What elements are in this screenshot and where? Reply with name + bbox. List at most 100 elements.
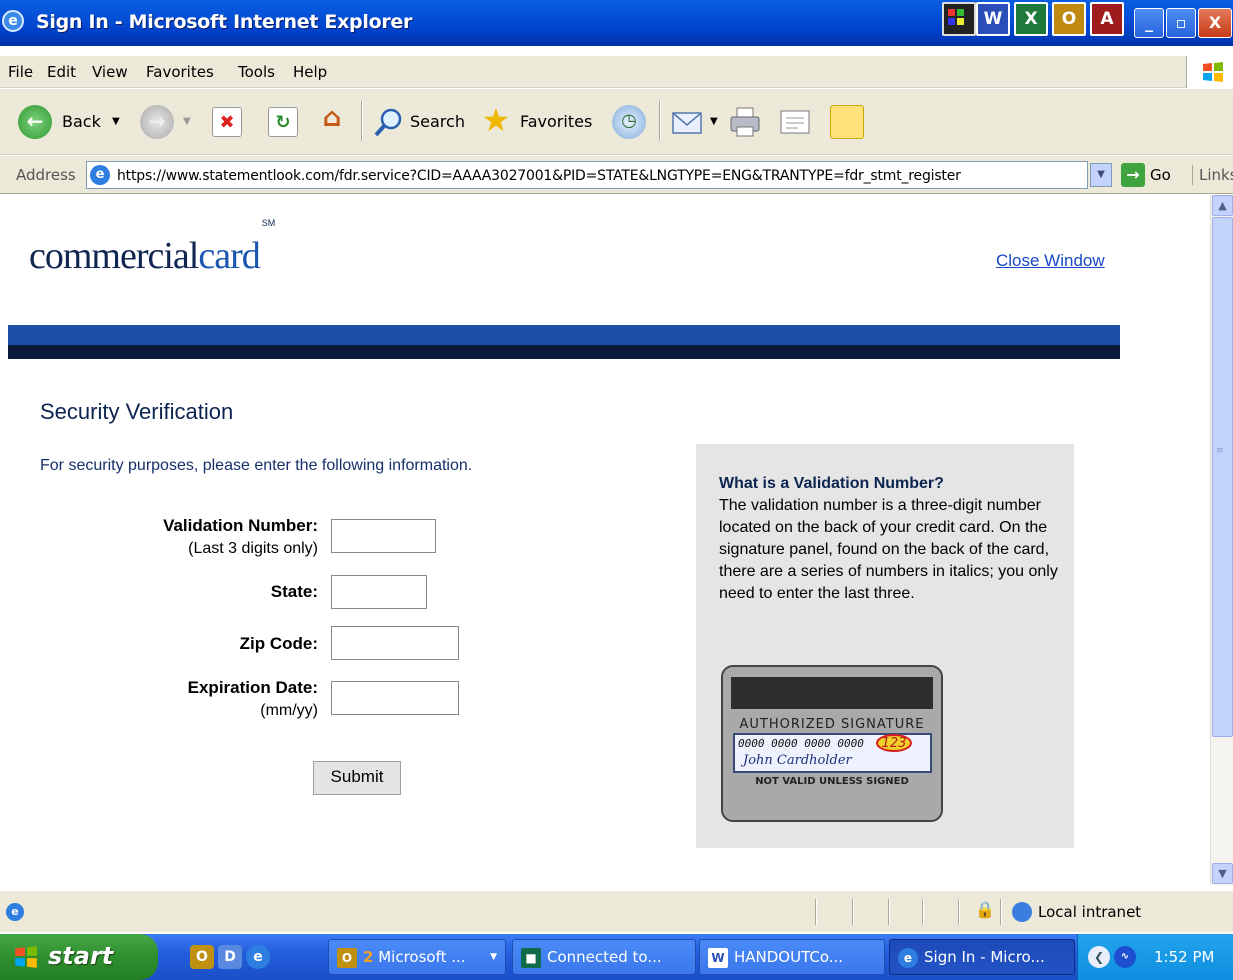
remote-connection-icon: ■ xyxy=(521,948,541,968)
ie-page-icon: e xyxy=(90,165,110,185)
close-button[interactable]: X xyxy=(1198,8,1232,38)
go-button[interactable]: Go xyxy=(1150,165,1171,185)
menu-file[interactable]: File xyxy=(8,62,33,82)
forward-dropdown-icon[interactable]: ▼ xyxy=(183,116,191,128)
favorites-button-label[interactable]: Favorites xyxy=(520,112,592,132)
menu-tools[interactable]: Tools xyxy=(238,62,275,82)
taskbar-button-handout[interactable]: W HANDOUTCo... xyxy=(699,939,885,975)
address-bar: Address e https://www.statementlook.com/… xyxy=(0,156,1233,194)
secure-lock-icon[interactable]: 🔒 xyxy=(975,900,995,920)
address-label: Address xyxy=(16,166,76,184)
start-button[interactable]: start xyxy=(0,934,158,980)
security-zone-label: Local intranet xyxy=(1038,903,1142,921)
submit-button[interactable]: Submit xyxy=(313,761,401,795)
access-icon[interactable]: A xyxy=(1090,2,1124,36)
service-mark: SM xyxy=(261,218,276,229)
taskbar: start O D e O 2 Microsoft ... ▼ ■ Connec… xyxy=(0,934,1233,980)
help-title: What is a Validation Number? xyxy=(719,475,944,492)
word-icon[interactable]: W xyxy=(976,2,1010,36)
refresh-icon[interactable]: ↻ xyxy=(268,107,298,137)
tray-expand-icon[interactable]: ❮ xyxy=(1088,946,1110,968)
taskbar-button-connected[interactable]: ■ Connected to... xyxy=(512,939,696,975)
taskbar-button-label: Sign In - Micro... xyxy=(924,948,1045,966)
search-button-label[interactable]: Search xyxy=(410,112,465,132)
excel-icon[interactable]: X xyxy=(1014,2,1048,36)
header-banner-blue xyxy=(8,325,1120,345)
magnetic-strip xyxy=(731,677,933,709)
status-divider xyxy=(852,899,854,925)
quicklaunch-outlook-icon[interactable]: O xyxy=(190,945,214,969)
tray-clock[interactable]: 1:52 PM xyxy=(1154,946,1214,968)
not-valid-text: NOT VALID UNLESS SIGNED xyxy=(755,776,909,787)
standard-toolbar: ← Back ▼ → ▼ ✖ ↻ ⌂ Search ★ Favorites ◷ … xyxy=(0,89,1233,155)
favorites-star-icon[interactable]: ★ xyxy=(478,103,514,139)
address-dropdown-icon[interactable]: ▼ xyxy=(1090,163,1112,187)
address-url[interactable]: https://www.statementlook.com/fdr.servic… xyxy=(117,166,961,186)
minimize-button[interactable]: _ xyxy=(1134,8,1164,38)
scroll-down-icon[interactable]: ▼ xyxy=(1212,863,1233,884)
print-icon[interactable] xyxy=(728,105,762,139)
system-tray: ❮ ∿ 1:52 PM xyxy=(1077,934,1233,980)
intranet-zone-icon xyxy=(1012,902,1032,922)
taskbar-button-label: Microsoft ... xyxy=(378,948,466,966)
scroll-thumb[interactable] xyxy=(1212,217,1233,737)
links-toolbar[interactable]: Links xyxy=(1192,165,1233,185)
ie-app-icon[interactable]: e xyxy=(2,10,24,32)
start-label: start xyxy=(48,942,114,970)
taskbar-group-count: 2 xyxy=(363,948,374,966)
search-icon[interactable] xyxy=(372,105,406,139)
menu-view[interactable]: View xyxy=(92,62,128,82)
commercialcard-logo: commercialcardSM xyxy=(29,218,275,279)
page-status-icon: e xyxy=(6,903,24,921)
menu-favorites[interactable]: Favorites xyxy=(146,62,214,82)
state-input[interactable] xyxy=(331,575,427,609)
logo-accent-text: card xyxy=(198,235,260,277)
menu-edit[interactable]: Edit xyxy=(47,62,76,82)
taskbar-button-label: Connected to... xyxy=(547,948,662,966)
toolbar-separator xyxy=(659,101,661,141)
back-button-label[interactable]: Back xyxy=(62,112,101,132)
group-dropdown-icon: ▼ xyxy=(490,952,497,962)
window-title: Sign In - Microsoft Internet Explorer xyxy=(36,11,413,33)
scroll-up-icon[interactable]: ▲ xyxy=(1212,195,1233,216)
mail-icon[interactable] xyxy=(670,107,706,137)
restore-button[interactable]: ▫ xyxy=(1166,8,1196,38)
scroll-grip-icon: ≡ xyxy=(1216,446,1224,456)
home-icon[interactable]: ⌂ xyxy=(314,103,350,139)
taskbar-button-signin[interactable]: e Sign In - Micro... xyxy=(889,939,1075,975)
back-arrow-icon[interactable]: ← xyxy=(18,105,52,139)
vertical-scrollbar[interactable]: ▲ ≡ ▼ xyxy=(1210,195,1233,885)
menu-help[interactable]: Help xyxy=(293,62,327,82)
discuss-note-icon[interactable] xyxy=(830,105,864,139)
taskbar-button-outlook[interactable]: O 2 Microsoft ... ▼ xyxy=(328,939,506,975)
forward-arrow-icon[interactable]: → xyxy=(140,105,174,139)
word-document-icon: W xyxy=(708,948,728,968)
validation-number-hint: (Last 3 digits only) xyxy=(188,540,318,557)
tray-network-icon[interactable]: ∿ xyxy=(1114,946,1136,968)
outlook-icon[interactable]: O xyxy=(1052,2,1086,36)
quicklaunch-ie-icon[interactable]: e xyxy=(246,945,270,969)
close-window-link[interactable]: Close Window xyxy=(996,250,1105,272)
address-field[interactable]: e https://www.statementlook.com/fdr.serv… xyxy=(86,161,1088,189)
state-label: State: xyxy=(270,582,318,601)
validation-help-panel: What is a Validation Number? The validat… xyxy=(696,444,1074,848)
quicklaunch-desktop-icon[interactable]: D xyxy=(218,945,242,969)
back-dropdown-icon[interactable]: ▼ xyxy=(112,116,120,128)
edit-icon[interactable] xyxy=(778,107,812,137)
stop-icon[interactable]: ✖ xyxy=(212,107,242,137)
header-banner-navy xyxy=(8,345,1120,359)
windows-logo-icon xyxy=(1203,62,1223,82)
mail-dropdown-icon[interactable]: ▼ xyxy=(710,116,718,128)
history-icon[interactable]: ◷ xyxy=(612,105,646,139)
office-shortcut-bar-icon[interactable] xyxy=(942,2,976,36)
go-arrow-icon[interactable]: → xyxy=(1121,163,1145,187)
status-divider xyxy=(958,899,960,925)
card-back-illustration: AUTHORIZED SIGNATURE 0000 0000 0000 0000… xyxy=(721,665,943,822)
expiration-date-input[interactable] xyxy=(331,681,459,715)
cardholder-signature: John Cardholder xyxy=(743,753,852,768)
title-bar[interactable]: e Sign In - Microsoft Internet Explorer … xyxy=(0,0,1233,46)
zip-code-input[interactable] xyxy=(331,626,459,660)
page-title: Security Verification xyxy=(40,399,234,424)
validation-number-input[interactable] xyxy=(331,519,436,553)
outlook-icon: O xyxy=(337,948,357,968)
